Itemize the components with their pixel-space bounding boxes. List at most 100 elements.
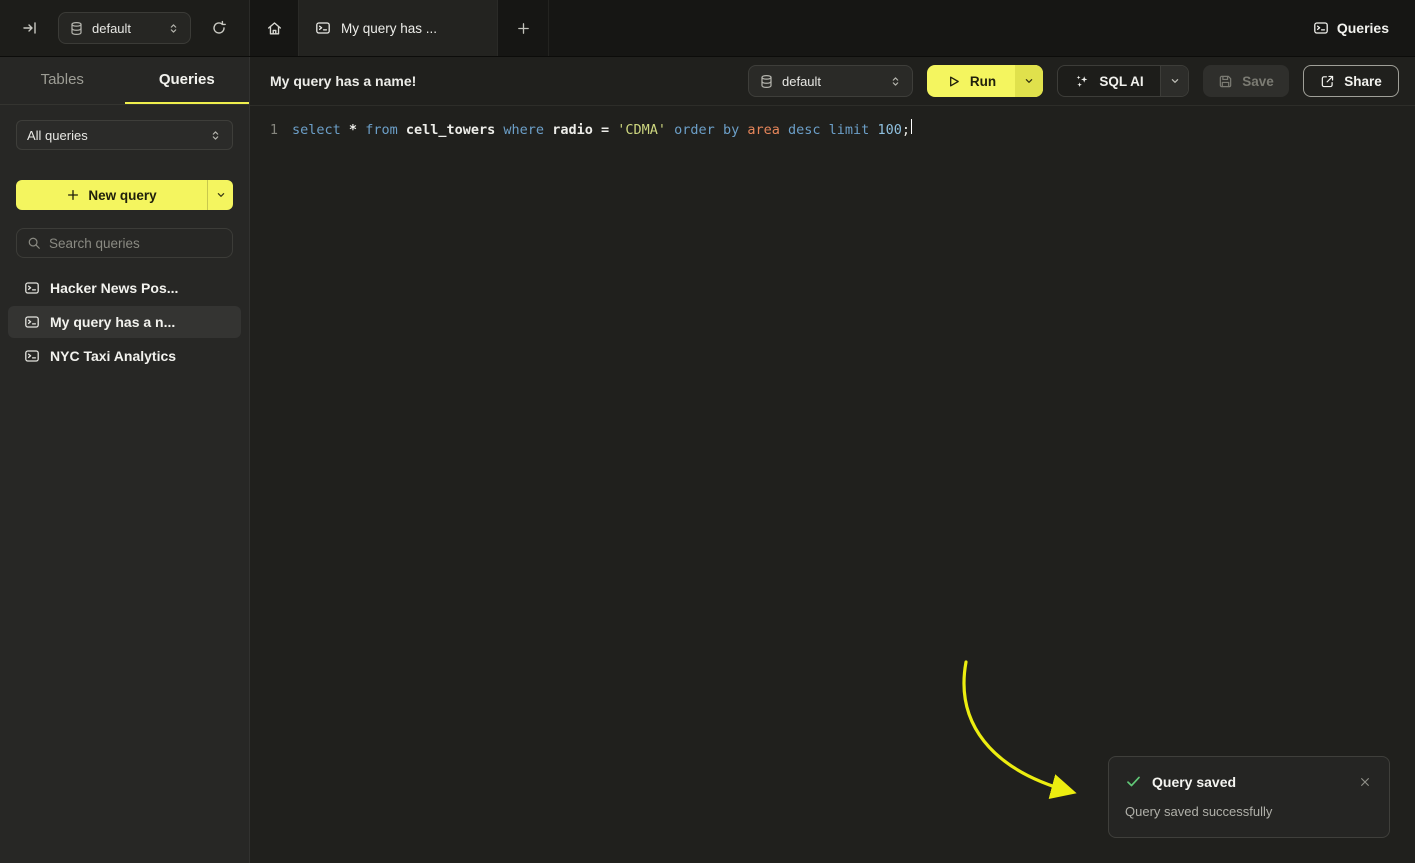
chevron-updown-icon	[209, 129, 222, 142]
sql-ai-button-group: SQL AI	[1057, 65, 1189, 97]
save-button[interactable]: Save	[1203, 65, 1289, 97]
query-list-item[interactable]: My query has a n...	[8, 306, 241, 338]
sql-token: area	[747, 122, 780, 138]
new-query-label: New query	[88, 188, 156, 203]
run-options-dropdown[interactable]	[1015, 65, 1043, 97]
plus-icon	[66, 188, 80, 202]
sql-token	[715, 122, 723, 138]
console-icon	[24, 280, 40, 296]
share-button-label: Share	[1344, 74, 1382, 89]
sidebar: Tables Queries All queries	[0, 57, 250, 863]
top-bar-spacer	[549, 0, 1287, 56]
sidebar-tabs: Tables Queries	[0, 57, 249, 105]
database-selector-main[interactable]: default	[748, 65, 913, 97]
chevron-updown-icon	[167, 22, 180, 35]
queries-indicator-label: Queries	[1337, 20, 1389, 36]
database-selector-top[interactable]: default	[58, 12, 191, 44]
close-icon	[1359, 776, 1371, 788]
sql-token: radio	[552, 122, 593, 138]
collapse-sidebar-icon	[22, 20, 38, 36]
collapse-sidebar-button[interactable]	[16, 14, 44, 42]
search-queries-input[interactable]	[49, 236, 222, 251]
toast-header: Query saved	[1125, 773, 1373, 790]
save-icon	[1218, 74, 1233, 89]
chevron-down-icon	[1169, 75, 1181, 87]
sql-token: cell_towers	[406, 122, 495, 138]
new-query-main: New query	[16, 180, 207, 210]
query-list: Hacker News Pos... My query has a n... N…	[8, 272, 241, 372]
body: Tables Queries All queries	[0, 57, 1415, 863]
toast-query-saved: Query saved Query saved successfully	[1108, 756, 1390, 838]
sql-token	[357, 122, 365, 138]
top-bar: default	[0, 0, 1415, 57]
sql-token: order	[674, 122, 715, 138]
code-line: 1 select * from cell_towers where radio …	[266, 119, 1399, 140]
toolbar: default	[748, 65, 1399, 97]
new-query-dropdown[interactable]	[207, 180, 233, 210]
sql-console-app: default	[0, 0, 1415, 863]
text-cursor	[911, 119, 913, 134]
sql-token	[593, 122, 601, 138]
new-query-button[interactable]: New query	[16, 180, 233, 210]
sql-ai-dropdown[interactable]	[1160, 66, 1188, 96]
sparkles-icon	[1074, 73, 1090, 89]
sql-token	[821, 122, 829, 138]
page-title: My query has a name!	[270, 73, 416, 89]
toast-title: Query saved	[1152, 774, 1236, 790]
chevron-down-icon	[215, 189, 227, 201]
tab-label: My query has ...	[341, 21, 437, 36]
run-button-label: Run	[970, 74, 996, 89]
tab-queries[interactable]: Queries	[125, 57, 250, 104]
database-icon	[759, 74, 774, 89]
sql-token: desc	[788, 122, 821, 138]
sql-token	[398, 122, 406, 138]
sql-token	[544, 122, 552, 138]
top-bar-left: default	[0, 0, 250, 56]
sql-code: select * from cell_towers where radio = …	[292, 120, 910, 140]
query-filter-select[interactable]: All queries	[16, 120, 233, 150]
tabs-area: My query has ...	[250, 0, 549, 56]
database-selector-value: default	[92, 21, 159, 36]
toast-close-button[interactable]	[1357, 774, 1373, 790]
chevron-down-icon	[1023, 75, 1035, 87]
database-icon	[69, 21, 84, 36]
sql-token: 'CDMA'	[617, 122, 666, 138]
tab-strip: My query has ...	[250, 0, 1415, 56]
query-list-item[interactable]: NYC Taxi Analytics	[8, 340, 241, 372]
home-button[interactable]	[250, 0, 298, 56]
sql-editor[interactable]: 1 select * from cell_towers where radio …	[250, 106, 1415, 153]
sql-token: limit	[829, 122, 870, 138]
query-list-item[interactable]: Hacker News Pos...	[8, 272, 241, 304]
sql-ai-label: SQL AI	[1099, 74, 1143, 89]
query-item-label: Hacker News Pos...	[50, 280, 178, 296]
sql-token: ;	[902, 122, 910, 138]
queries-indicator[interactable]: Queries	[1287, 0, 1415, 56]
chevron-updown-icon	[889, 75, 902, 88]
share-external-icon	[1320, 74, 1335, 89]
refresh-icon	[211, 20, 227, 36]
database-selector-value: default	[782, 74, 881, 89]
sql-token: from	[365, 122, 398, 138]
query-filter-value: All queries	[27, 128, 201, 143]
tab-tables[interactable]: Tables	[0, 57, 125, 104]
search-queries-box	[16, 228, 233, 258]
new-tab-button[interactable]	[498, 0, 548, 56]
tab-my-query[interactable]: My query has ...	[298, 0, 498, 56]
share-button[interactable]: Share	[1303, 65, 1399, 97]
line-number: 1	[266, 120, 278, 140]
play-icon	[946, 74, 961, 89]
refresh-button[interactable]	[205, 14, 233, 42]
sql-token: 100	[877, 122, 901, 138]
sql-ai-button[interactable]: SQL AI	[1058, 66, 1160, 96]
plus-icon	[516, 21, 531, 36]
query-item-label: My query has a n...	[50, 314, 175, 330]
run-button[interactable]: Run	[927, 65, 1015, 97]
sql-token	[341, 122, 349, 138]
sql-token: *	[349, 122, 357, 138]
run-button-group: Run	[927, 65, 1043, 97]
sql-token: where	[503, 122, 544, 138]
query-item-label: NYC Taxi Analytics	[50, 348, 176, 364]
console-icon	[315, 20, 331, 36]
sql-token: =	[601, 122, 609, 138]
search-icon	[27, 236, 41, 250]
